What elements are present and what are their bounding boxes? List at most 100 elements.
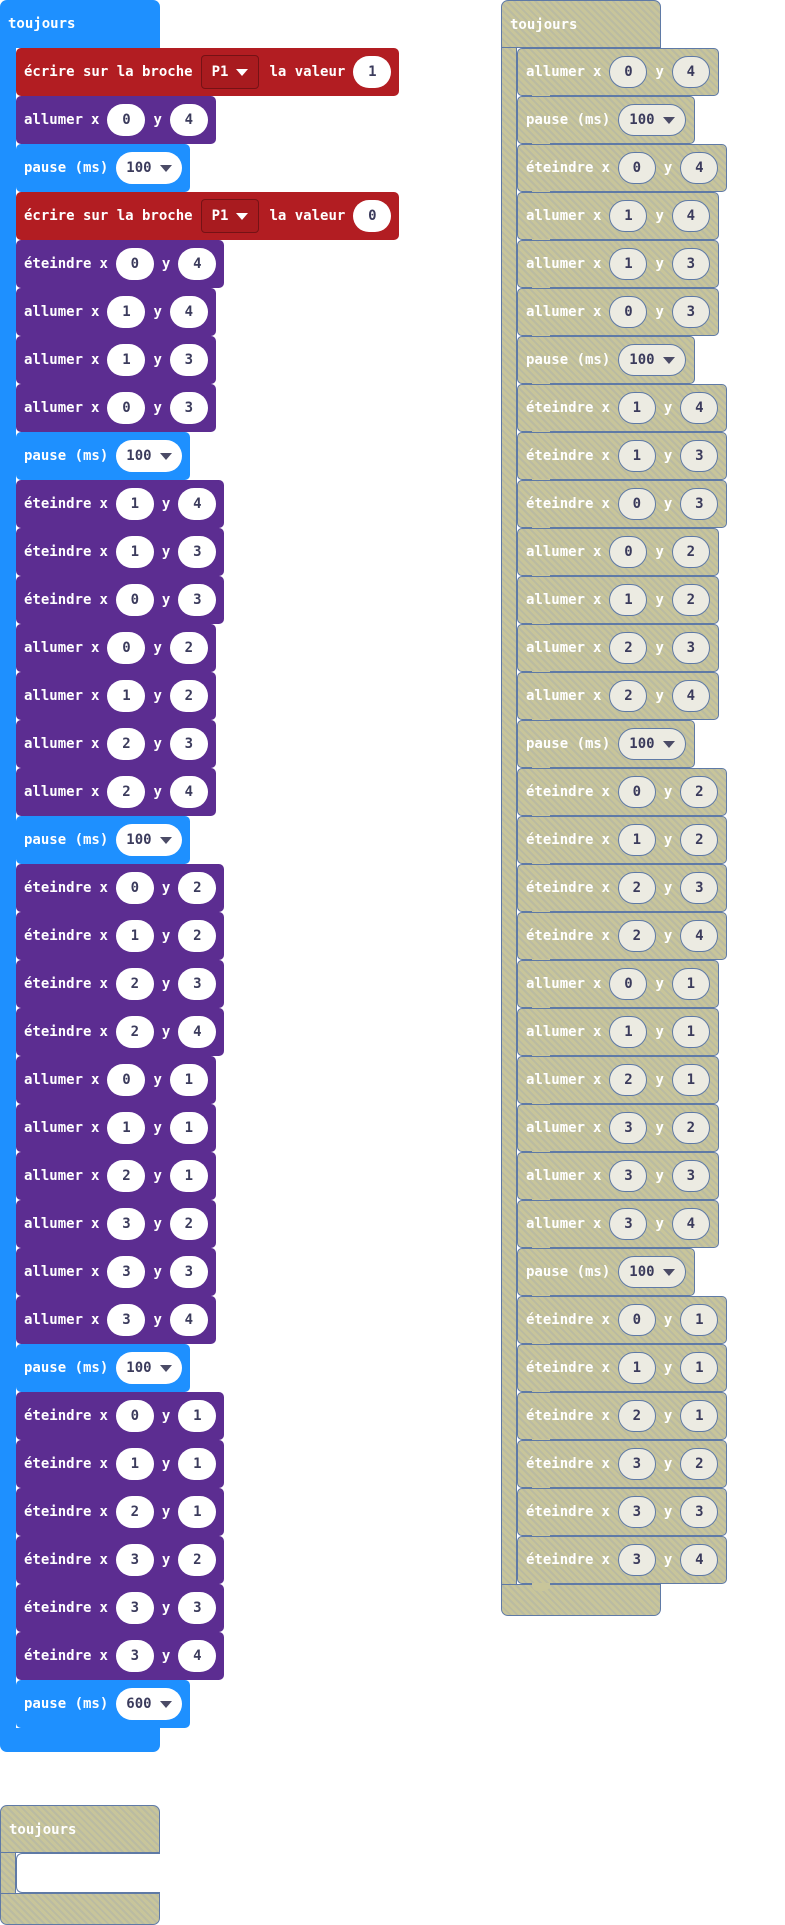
y-value-field[interactable]: 1 bbox=[169, 1112, 208, 1144]
pause-duration-dropdown[interactable]: 600 bbox=[116, 1688, 182, 1720]
y-value-field[interactable]: 2 bbox=[169, 632, 208, 664]
y-value-field[interactable]: 3 bbox=[169, 728, 208, 760]
x-value-field[interactable]: 1 bbox=[617, 392, 656, 424]
x-value-field[interactable]: 0 bbox=[115, 872, 154, 904]
y-value-field[interactable]: 4 bbox=[680, 392, 719, 424]
x-value-field[interactable]: 0 bbox=[107, 632, 146, 664]
y-value-field[interactable]: 2 bbox=[680, 824, 719, 856]
led-block[interactable]: allumer x 3 y 4 bbox=[16, 1296, 216, 1352]
y-value-field[interactable]: 1 bbox=[178, 1400, 217, 1432]
y-value-field[interactable]: 1 bbox=[178, 1496, 217, 1528]
pause-block[interactable]: pause (ms) 100 bbox=[517, 96, 695, 151]
x-value-field[interactable]: 1 bbox=[609, 200, 648, 232]
x-value-field[interactable]: 1 bbox=[107, 296, 146, 328]
y-value-field[interactable]: 1 bbox=[178, 1448, 217, 1480]
led-block[interactable]: éteindre x 2 y 1 bbox=[16, 1488, 225, 1544]
pause-block[interactable]: pause (ms) 100 bbox=[16, 816, 190, 872]
y-value-field[interactable]: 4 bbox=[671, 56, 710, 88]
pause-block[interactable]: pause (ms) 600 bbox=[16, 1680, 190, 1736]
y-value-field[interactable]: 1 bbox=[680, 1304, 719, 1336]
pause-block[interactable]: pause (ms) 100 bbox=[16, 432, 190, 488]
x-value-field[interactable]: 0 bbox=[617, 1304, 656, 1336]
led-block[interactable]: allumer x 3 y 4 bbox=[517, 1200, 719, 1255]
x-value-field[interactable]: 3 bbox=[609, 1208, 648, 1240]
forever-stack-disabled-right[interactable]: toujours allumer x 0 y 4 pause (ms) 100 éteindre… bbox=[501, 0, 728, 1616]
x-value-field[interactable]: 3 bbox=[609, 1112, 648, 1144]
pause-duration-dropdown[interactable]: 100 bbox=[618, 728, 686, 760]
x-value-field[interactable]: 3 bbox=[107, 1304, 146, 1336]
led-block[interactable]: allumer x 0 y 4 bbox=[517, 48, 719, 103]
x-value-field[interactable]: 0 bbox=[617, 776, 656, 808]
y-value-field[interactable]: 3 bbox=[671, 248, 710, 280]
x-value-field[interactable]: 0 bbox=[107, 1064, 146, 1096]
led-block[interactable]: éteindre x 1 y 2 bbox=[16, 912, 225, 968]
x-value-field[interactable]: 2 bbox=[609, 1064, 648, 1096]
y-value-field[interactable]: 3 bbox=[169, 1256, 208, 1288]
y-value-field[interactable]: 2 bbox=[169, 1208, 208, 1240]
y-value-field[interactable]: 2 bbox=[680, 1448, 719, 1480]
led-block[interactable]: allumer x 3 y 3 bbox=[16, 1248, 216, 1304]
y-value-field[interactable]: 2 bbox=[671, 584, 710, 616]
y-value-field[interactable]: 1 bbox=[169, 1160, 208, 1192]
pause-block[interactable]: pause (ms) 100 bbox=[16, 1344, 190, 1400]
led-block[interactable]: éteindre x 0 y 3 bbox=[16, 576, 225, 632]
led-block[interactable]: allumer x 1 y 2 bbox=[517, 576, 719, 631]
y-value-field[interactable]: 3 bbox=[671, 632, 710, 664]
led-block[interactable]: éteindre x 1 y 1 bbox=[16, 1440, 225, 1496]
x-value-field[interactable]: 0 bbox=[617, 152, 656, 184]
y-value-field[interactable]: 1 bbox=[671, 1016, 710, 1048]
x-value-field[interactable]: 1 bbox=[609, 248, 648, 280]
x-value-field[interactable]: 2 bbox=[107, 728, 146, 760]
y-value-field[interactable]: 3 bbox=[680, 1496, 719, 1528]
x-value-field[interactable]: 0 bbox=[609, 968, 648, 1000]
y-value-field[interactable]: 3 bbox=[680, 488, 719, 520]
y-value-field[interactable]: 3 bbox=[680, 440, 719, 472]
y-value-field[interactable]: 3 bbox=[169, 392, 208, 424]
led-block[interactable]: éteindre x 0 y 3 bbox=[517, 480, 728, 535]
x-value-field[interactable]: 2 bbox=[115, 1496, 154, 1528]
y-value-field[interactable]: 2 bbox=[178, 920, 217, 952]
digital-write-block[interactable]: écrire sur la broche P1 la valeur 0 bbox=[16, 192, 400, 248]
led-block[interactable]: allumer x 1 y 3 bbox=[16, 336, 216, 392]
led-block[interactable]: éteindre x 0 y 1 bbox=[517, 1296, 728, 1351]
x-value-field[interactable]: 0 bbox=[107, 392, 146, 424]
led-block[interactable]: éteindre x 3 y 3 bbox=[517, 1488, 728, 1543]
pause-block[interactable]: pause (ms) 100 bbox=[517, 720, 695, 775]
y-value-field[interactable]: 2 bbox=[671, 536, 710, 568]
y-value-field[interactable]: 4 bbox=[671, 1208, 710, 1240]
x-value-field[interactable]: 1 bbox=[617, 824, 656, 856]
led-block[interactable]: éteindre x 2 y 4 bbox=[16, 1008, 225, 1064]
y-value-field[interactable]: 2 bbox=[169, 680, 208, 712]
x-value-field[interactable]: 1 bbox=[617, 440, 656, 472]
y-value-field[interactable]: 4 bbox=[169, 1304, 208, 1336]
y-value-field[interactable]: 1 bbox=[169, 1064, 208, 1096]
y-value-field[interactable]: 3 bbox=[178, 1592, 217, 1624]
x-value-field[interactable]: 1 bbox=[115, 536, 154, 568]
led-block[interactable]: éteindre x 1 y 3 bbox=[16, 528, 225, 584]
y-value-field[interactable]: 3 bbox=[169, 344, 208, 376]
pause-block[interactable]: pause (ms) 100 bbox=[517, 336, 695, 391]
x-value-field[interactable]: 1 bbox=[115, 488, 154, 520]
x-value-field[interactable]: 0 bbox=[115, 584, 154, 616]
forever-hat-block[interactable]: toujours bbox=[0, 1805, 160, 1853]
led-block[interactable]: allumer x 0 y 4 bbox=[16, 96, 216, 152]
y-value-field[interactable]: 4 bbox=[178, 1640, 217, 1672]
led-block[interactable]: allumer x 0 y 3 bbox=[16, 384, 216, 440]
x-value-field[interactable]: 2 bbox=[107, 1160, 146, 1192]
y-value-field[interactable]: 2 bbox=[680, 776, 719, 808]
led-block[interactable]: éteindre x 2 y 3 bbox=[16, 960, 225, 1016]
y-value-field[interactable]: 1 bbox=[680, 1400, 719, 1432]
y-value-field[interactable]: 3 bbox=[178, 584, 217, 616]
y-value-field[interactable]: 2 bbox=[178, 872, 217, 904]
led-block[interactable]: allumer x 2 y 1 bbox=[16, 1152, 216, 1208]
forever-hat-block[interactable]: toujours bbox=[0, 0, 160, 48]
led-block[interactable]: allumer x 0 y 1 bbox=[16, 1056, 216, 1112]
pause-duration-dropdown[interactable]: 100 bbox=[116, 152, 182, 184]
x-value-field[interactable]: 2 bbox=[617, 872, 656, 904]
led-block[interactable]: éteindre x 1 y 4 bbox=[16, 480, 225, 536]
y-value-field[interactable]: 4 bbox=[169, 296, 208, 328]
x-value-field[interactable]: 2 bbox=[107, 776, 146, 808]
led-block[interactable]: éteindre x 3 y 2 bbox=[16, 1536, 225, 1592]
x-value-field[interactable]: 2 bbox=[609, 680, 648, 712]
y-value-field[interactable]: 4 bbox=[169, 776, 208, 808]
